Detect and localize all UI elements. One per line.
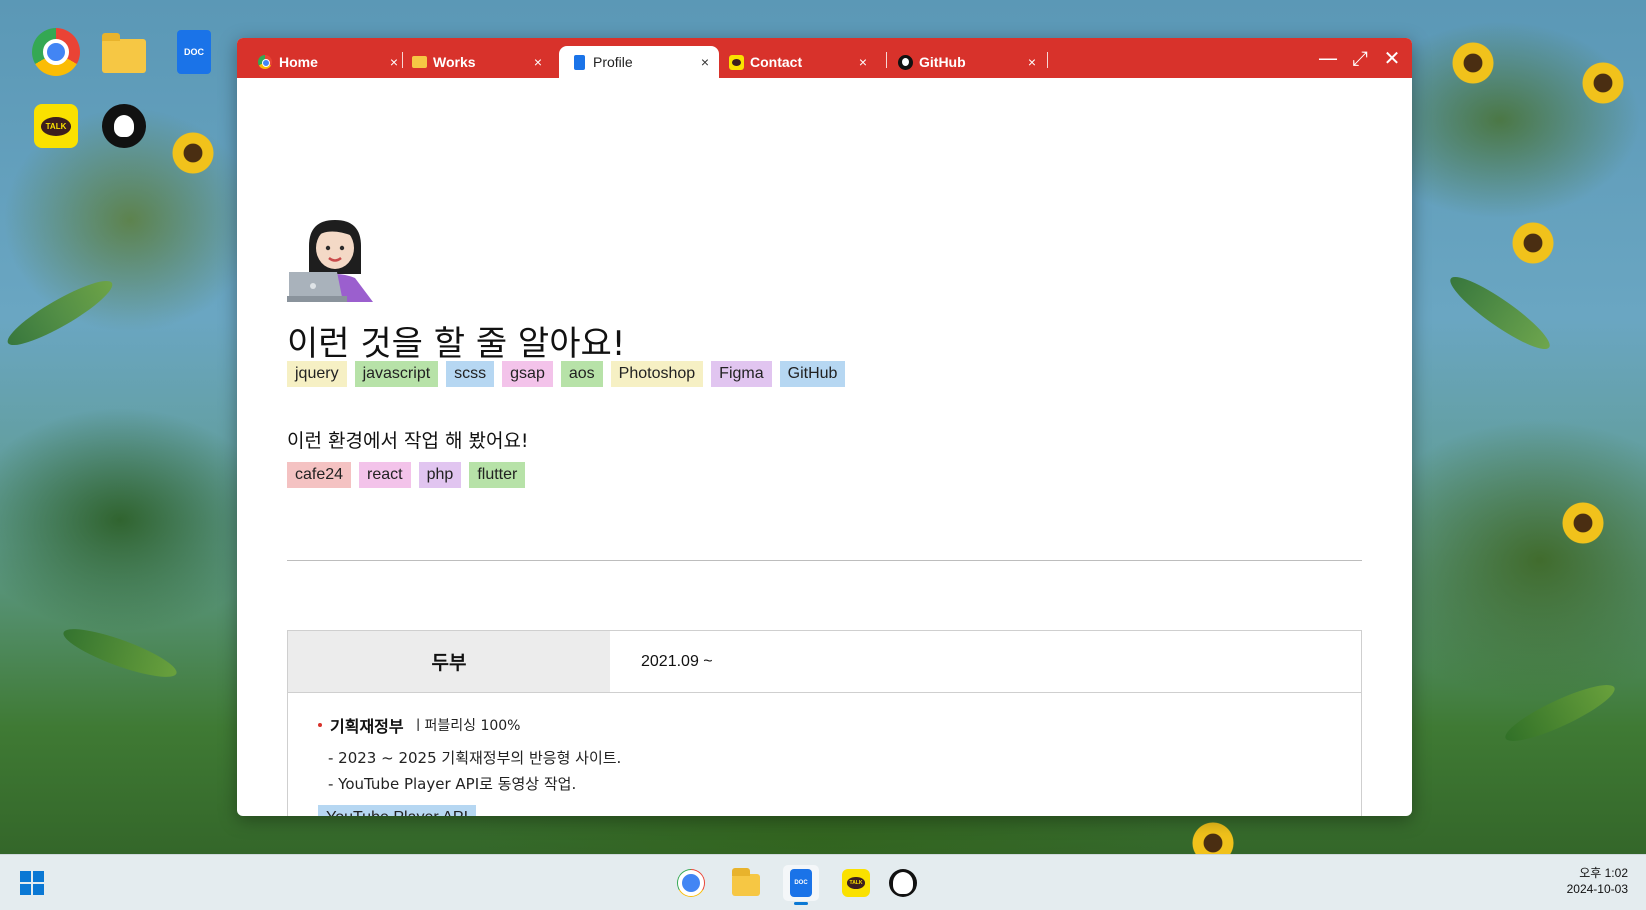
tab-label: Works xyxy=(433,54,476,70)
environment-tag: flutter xyxy=(469,462,526,488)
profile-window: Home × Works × Profile × Contact × GitHu… xyxy=(237,38,1412,816)
tab-github[interactable]: GitHub × xyxy=(897,46,1040,78)
tab-label: Home xyxy=(279,54,318,70)
environment-tag: react xyxy=(359,462,411,488)
title-bar: Home × Works × Profile × Contact × GitHu… xyxy=(237,38,1412,78)
tab-close-icon[interactable]: × xyxy=(534,54,542,70)
skill-tag: jquery xyxy=(287,361,347,387)
project-entry: 기획재정부 ㅣ퍼블리싱 100% - 2023 ~ 2025 기획재정부의 반응… xyxy=(288,693,1361,816)
folder-icon xyxy=(411,54,427,70)
doc-icon xyxy=(571,54,587,70)
chrome-icon xyxy=(257,54,273,70)
taskbar: DOC TALK 오후 1:02 2024-10-03 xyxy=(0,854,1646,910)
system-clock[interactable]: 오후 1:02 2024-10-03 xyxy=(1567,865,1628,897)
wallpaper-leaf xyxy=(59,620,181,686)
project-title: 기획재정부 xyxy=(330,717,404,736)
minimize-button[interactable]: — xyxy=(1315,46,1341,70)
taskbar-kakaotalk-icon[interactable]: TALK xyxy=(838,865,874,901)
tab-label: Profile xyxy=(593,54,633,70)
wallpaper-leaf xyxy=(1500,675,1620,751)
desktop-folder-icon[interactable] xyxy=(100,28,148,76)
tab-label: Contact xyxy=(750,54,803,70)
environment-tag: php xyxy=(418,462,462,488)
start-button[interactable] xyxy=(20,871,44,895)
employment-period: 2021.09 ~ xyxy=(641,652,713,670)
doc-icon-label: DOC xyxy=(177,30,211,74)
section-divider xyxy=(287,560,1362,561)
profile-content: 이런 것을 할 줄 알아요! jquery javascript scss gs… xyxy=(237,78,1412,816)
tab-close-icon[interactable]: × xyxy=(390,54,398,70)
skill-tag: Photoshop xyxy=(610,361,704,387)
desktop-github-icon[interactable] xyxy=(100,102,148,150)
tab-works[interactable]: Works × xyxy=(411,46,546,78)
description-line: - YouTube Player API로 동영상 작업. xyxy=(328,775,577,793)
skill-tag: Figma xyxy=(711,361,772,387)
wallpaper-flower xyxy=(170,130,216,176)
github-icon xyxy=(897,54,913,70)
desktop-doc-icon[interactable]: DOC xyxy=(170,28,218,76)
taskbar-talk-label: TALK xyxy=(846,877,866,889)
taskbar-doc-label: DOC xyxy=(790,869,812,897)
environment-heading: 이런 환경에서 작업 해 봤어요! xyxy=(287,430,529,452)
project-description: - 2023 ~ 2025 기획재정부의 반응형 사이트. - YouTube … xyxy=(328,745,1331,797)
wallpaper-flower xyxy=(1580,60,1626,106)
taskbar-folder-icon[interactable] xyxy=(728,865,764,901)
tab-profile[interactable]: Profile × xyxy=(559,46,719,78)
taskbar-doc-icon[interactable]: DOC xyxy=(783,865,819,905)
maximize-button[interactable]: ⤢ xyxy=(1347,46,1373,70)
active-indicator xyxy=(794,902,808,905)
page-title: 이런 것을 할 줄 알아요! xyxy=(287,324,626,364)
desktop-chrome-icon[interactable] xyxy=(32,28,80,76)
desktop-kakaotalk-icon[interactable]: TALK xyxy=(32,102,80,150)
project-title-row: 기획재정부 ㅣ퍼블리싱 100% xyxy=(318,713,1331,737)
tab-label: GitHub xyxy=(919,54,966,70)
environment-tag-list: cafe24 react php flutter xyxy=(287,462,526,488)
description-line: - 2023 ~ 2025 기획재정부의 반응형 사이트. xyxy=(328,749,622,767)
tab-separator xyxy=(402,52,403,68)
wallpaper-leaf xyxy=(1443,267,1557,359)
close-button[interactable]: ✕ xyxy=(1379,46,1405,70)
clock-date: 2024-10-03 xyxy=(1566,882,1628,896)
clock-time: 오후 1:02 xyxy=(1579,866,1628,880)
wallpaper-leaf xyxy=(1,271,119,355)
talk-icon-label: TALK xyxy=(40,116,72,136)
wallpaper-flower xyxy=(1560,500,1606,546)
skill-tag: GitHub xyxy=(779,361,846,387)
tab-close-icon[interactable]: × xyxy=(1028,54,1036,70)
tab-separator xyxy=(1047,52,1048,68)
tab-home[interactable]: Home × xyxy=(257,46,402,78)
experience-table: 두부 2021.09 ~ 기획재정부 ㅣ퍼블리싱 100% - 2023 ~ 2… xyxy=(287,630,1362,816)
bullet-icon xyxy=(318,723,322,727)
taskbar-chrome-icon[interactable] xyxy=(673,865,709,901)
company-name: 두부 xyxy=(288,631,610,692)
wallpaper-flower xyxy=(1510,220,1556,266)
kakaotalk-icon xyxy=(728,54,744,70)
project-tech-tag: YouTube Player API xyxy=(318,805,477,816)
tab-close-icon[interactable]: × xyxy=(701,54,709,70)
woman-technologist-icon xyxy=(287,220,373,302)
environment-tag: cafe24 xyxy=(287,462,352,488)
experience-header-row: 두부 2021.09 ~ xyxy=(288,631,1361,693)
tab-contact[interactable]: Contact × xyxy=(728,46,871,78)
wallpaper-flower xyxy=(1450,40,1496,86)
project-meta: ㅣ퍼블리싱 100% xyxy=(411,718,521,734)
skill-tag: gsap xyxy=(502,361,553,387)
skill-tag: javascript xyxy=(354,361,439,387)
taskbar-github-icon[interactable] xyxy=(885,865,921,901)
tab-separator xyxy=(886,52,887,68)
skill-tag: scss xyxy=(446,361,495,387)
tab-close-icon[interactable]: × xyxy=(859,54,867,70)
skill-tag: aos xyxy=(560,361,603,387)
skill-tag-list: jquery javascript scss gsap aos Photosho… xyxy=(287,361,846,387)
